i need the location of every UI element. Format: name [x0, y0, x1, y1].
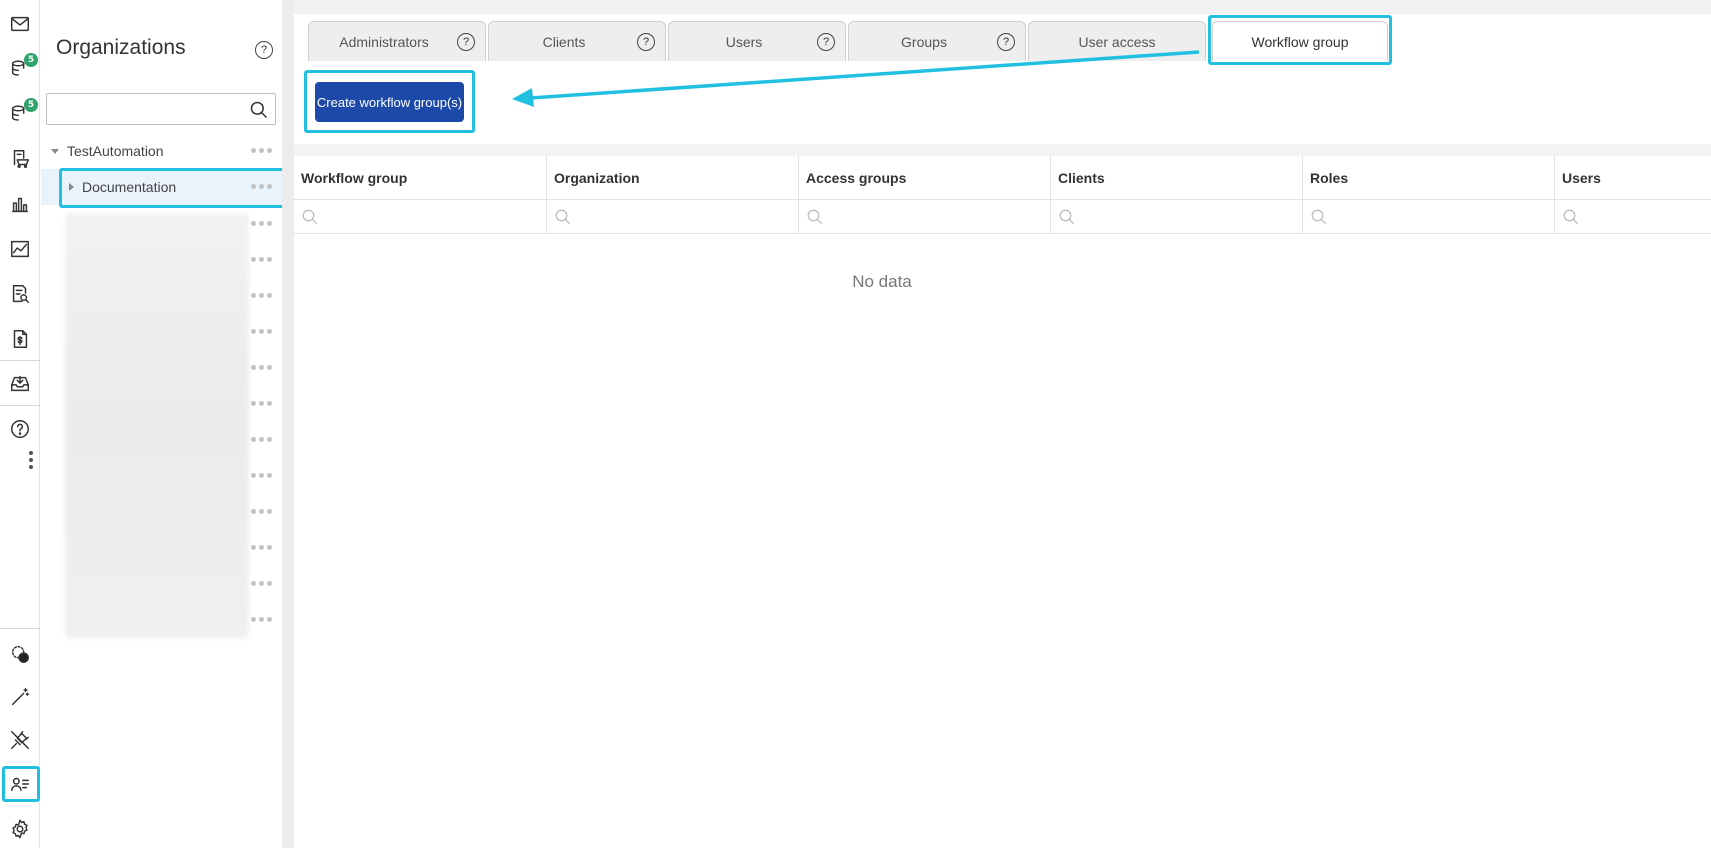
- more-options-icon[interactable]: [251, 509, 272, 514]
- tree-item-hidden[interactable]: [41, 386, 282, 422]
- tree-item-hidden[interactable]: [41, 278, 282, 314]
- filter-search-icon: [1059, 209, 1075, 225]
- line-chart-icon[interactable]: [6, 235, 34, 263]
- workflow-tab-highlight: [1208, 15, 1392, 65]
- filter-roles[interactable]: [1303, 200, 1555, 234]
- more-options-icon[interactable]: [251, 473, 272, 478]
- filter-search-icon: [302, 209, 318, 225]
- tree-item-hidden[interactable]: [41, 566, 282, 602]
- column-header-roles[interactable]: Roles: [1303, 156, 1555, 200]
- main-content: Administrators ? Clients ? Users ? Group…: [294, 0, 1711, 848]
- rail-divider: [0, 405, 40, 406]
- invoice-dollar-icon[interactable]: [6, 325, 34, 353]
- help-icon[interactable]: ?: [997, 33, 1015, 51]
- tree-item-hidden[interactable]: [41, 530, 282, 566]
- filter-search-icon: [555, 209, 571, 225]
- filter-workflow-group[interactable]: [294, 200, 547, 234]
- filter-users[interactable]: [1555, 200, 1711, 234]
- icon-rail: 5 5: [0, 0, 40, 848]
- tab-label: Users: [725, 33, 763, 50]
- organizations-panel: Organizations ? TestAutomation Documenta…: [41, 0, 285, 848]
- grid-top-band: [294, 144, 1711, 156]
- tree-item-hidden[interactable]: [41, 350, 282, 386]
- notification-badge: 5: [24, 53, 38, 67]
- tab-label: User access: [1078, 33, 1156, 50]
- column-header-workflow-group[interactable]: Workflow group: [294, 156, 547, 200]
- filter-search-icon: [807, 209, 823, 225]
- more-options-icon[interactable]: [251, 148, 272, 153]
- more-options-icon[interactable]: [251, 221, 272, 226]
- tab-groups[interactable]: Groups ?: [848, 21, 1026, 61]
- tree-item-hidden[interactable]: [41, 422, 282, 458]
- help-icon[interactable]: ?: [817, 33, 835, 51]
- more-icon[interactable]: [29, 451, 33, 472]
- inbox-download-icon[interactable]: [6, 370, 34, 398]
- more-options-icon[interactable]: [251, 545, 272, 550]
- database-out-icon[interactable]: 5: [6, 98, 38, 128]
- create-workflow-group-button[interactable]: Create workflow group(s): [315, 82, 464, 122]
- more-options-icon[interactable]: [251, 437, 272, 442]
- magic-wand-icon[interactable]: [6, 683, 34, 711]
- column-header-clients[interactable]: Clients: [1051, 156, 1303, 200]
- column-header-organization[interactable]: Organization: [547, 156, 799, 200]
- more-options-icon[interactable]: [251, 617, 272, 622]
- tree-item-testautomation[interactable]: TestAutomation: [41, 133, 282, 169]
- panel-splitter[interactable]: [282, 0, 294, 848]
- more-options-icon[interactable]: [251, 401, 272, 406]
- tree-item-hidden[interactable]: [41, 314, 282, 350]
- help-icon[interactable]: ?: [637, 33, 655, 51]
- rail-divider: [0, 628, 40, 629]
- organization-search: [46, 93, 276, 125]
- ai-assistant-icon[interactable]: [6, 640, 34, 668]
- database-in-icon[interactable]: 5: [6, 53, 38, 83]
- tab-label: Groups: [901, 33, 947, 50]
- tab-users[interactable]: Users ?: [668, 21, 846, 61]
- tab-administrators[interactable]: Administrators ?: [308, 21, 486, 61]
- settings-gear-icon[interactable]: [6, 815, 34, 843]
- panel-title: Organizations: [56, 36, 186, 59]
- tree-item-hidden[interactable]: [41, 494, 282, 530]
- invoice-cart-icon[interactable]: [6, 145, 34, 173]
- more-options-icon[interactable]: [251, 365, 272, 370]
- filter-clients[interactable]: [1051, 200, 1303, 234]
- tree-item-hidden[interactable]: [41, 242, 282, 278]
- filter-search-icon: [1563, 209, 1579, 225]
- tab-clients[interactable]: Clients ?: [488, 21, 666, 61]
- more-options-icon[interactable]: [251, 581, 272, 586]
- document-search-icon[interactable]: [6, 280, 34, 308]
- active-rail-highlight: [2, 766, 40, 802]
- filter-access-groups[interactable]: [799, 200, 1051, 234]
- more-options-icon[interactable]: [251, 329, 272, 334]
- documentation-highlight: [59, 168, 285, 208]
- column-header-users[interactable]: Users: [1555, 156, 1711, 200]
- notification-badge: 5: [24, 98, 38, 112]
- more-options-icon[interactable]: [251, 293, 272, 298]
- organization-search-input[interactable]: [47, 94, 242, 124]
- bar-chart-icon[interactable]: [6, 190, 34, 218]
- filter-organization[interactable]: [547, 200, 799, 234]
- tab-user-access[interactable]: User access: [1028, 21, 1206, 61]
- search-icon[interactable]: [249, 100, 269, 120]
- help-icon[interactable]: [6, 415, 34, 443]
- plug-icon[interactable]: [6, 726, 34, 754]
- filter-search-icon: [1311, 209, 1327, 225]
- more-options-icon[interactable]: [251, 257, 272, 262]
- collapse-icon[interactable]: [51, 148, 59, 154]
- rail-divider: [0, 360, 40, 361]
- tree-item-hidden[interactable]: [41, 458, 282, 494]
- tree-item-hidden[interactable]: [41, 206, 282, 242]
- top-strip: [294, 0, 1711, 14]
- help-icon[interactable]: ?: [457, 33, 475, 51]
- tree-item-label: TestAutomation: [67, 143, 164, 159]
- tab-label: Administrators: [339, 33, 429, 50]
- tab-label: Clients: [542, 33, 586, 50]
- tree-item-hidden[interactable]: [41, 602, 282, 638]
- column-header-access-groups[interactable]: Access groups: [799, 156, 1051, 200]
- help-icon[interactable]: ?: [255, 41, 273, 59]
- mail-icon[interactable]: [6, 10, 34, 38]
- empty-state-text: No data: [852, 272, 912, 291]
